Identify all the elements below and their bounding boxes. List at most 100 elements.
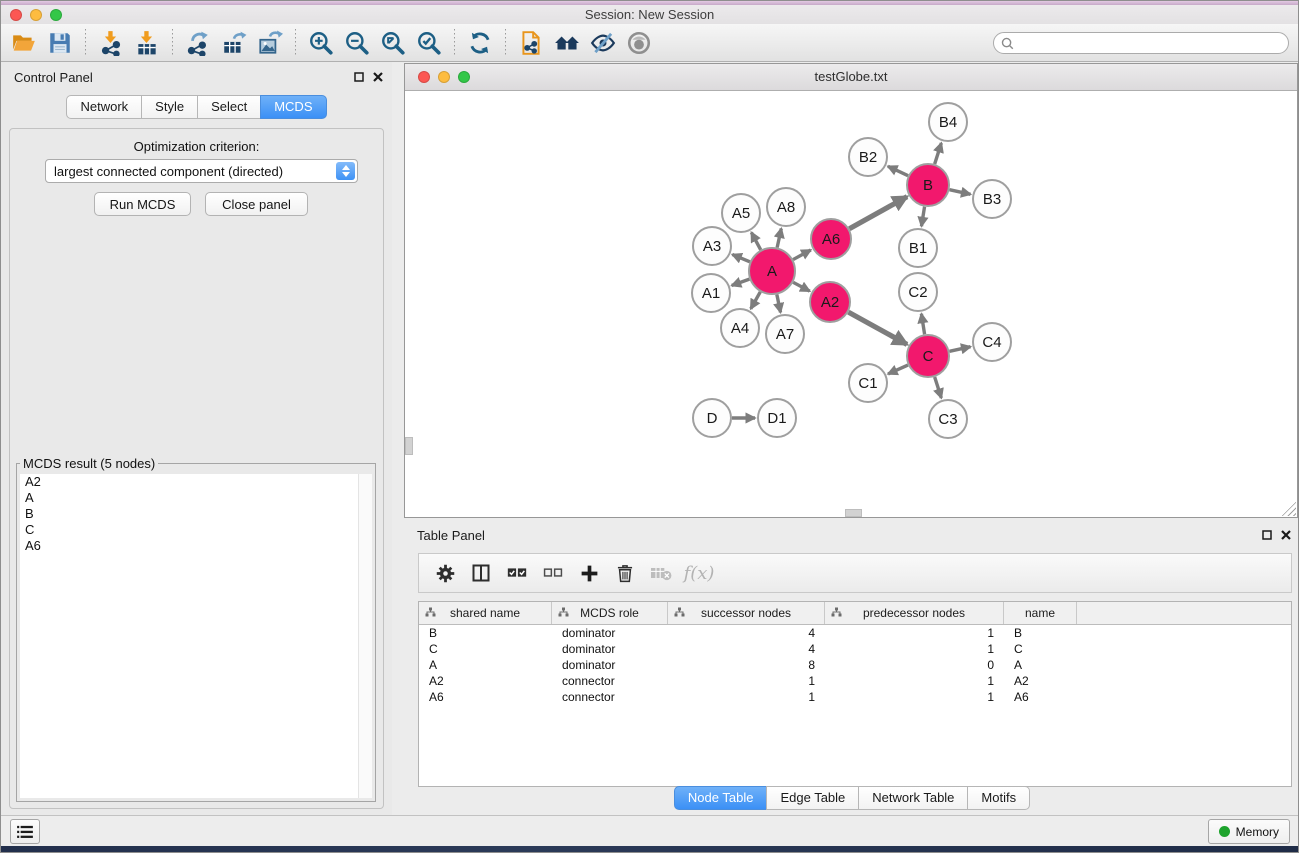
network-zoom-button[interactable]: [458, 71, 470, 83]
graph-edge-A-A6[interactable]: [793, 250, 811, 260]
graph-node-label-D1: D1: [767, 410, 786, 427]
window-titlebar[interactable]: Session: New Session: [1, 5, 1298, 24]
network-from-file-button[interactable]: [513, 26, 549, 59]
refresh-button[interactable]: [462, 26, 498, 59]
tab-mcds[interactable]: MCDS: [260, 95, 326, 119]
column-header-shared-name[interactable]: shared name: [419, 602, 552, 624]
graph-edge-A-A5[interactable]: [751, 232, 760, 249]
network-minimize-button[interactable]: [438, 71, 450, 83]
table-tab-node-table[interactable]: Node Table: [674, 786, 768, 810]
graph-edge-A-A2[interactable]: [793, 282, 810, 291]
close-window-button[interactable]: [10, 9, 22, 21]
open-session-button[interactable]: [6, 26, 42, 59]
graph-edge-A-A4[interactable]: [751, 292, 760, 309]
graph-edge-A-A7[interactable]: [777, 295, 781, 313]
result-item[interactable]: A: [20, 490, 372, 506]
table-cell: connector: [552, 690, 668, 704]
close-panel-button[interactable]: Close panel: [205, 192, 308, 216]
minimize-window-button[interactable]: [30, 9, 42, 21]
export-image-icon: [257, 30, 283, 56]
table-row[interactable]: Adominator80A: [419, 657, 1291, 673]
float-panel-icon[interactable]: [354, 72, 364, 82]
graph-edge-A-A1[interactable]: [732, 279, 750, 285]
zoom-in-button[interactable]: [303, 26, 339, 59]
import-network-button[interactable]: [93, 26, 129, 59]
zoom-out-button[interactable]: [339, 26, 375, 59]
deselect-all-rows-button[interactable]: [536, 557, 570, 589]
network-close-button[interactable]: [418, 71, 430, 83]
destroy-table-button[interactable]: [644, 557, 678, 589]
graph-edge-B-B2[interactable]: [888, 166, 908, 175]
export-image-button[interactable]: [252, 26, 288, 59]
graph-edge-B-B4[interactable]: [935, 143, 942, 164]
graph-node-label-C2: C2: [908, 284, 927, 301]
network-window-titlebar[interactable]: testGlobe.txt: [405, 64, 1297, 91]
table-tab-network-table[interactable]: Network Table: [858, 786, 968, 810]
select-all-rows-button[interactable]: [500, 557, 534, 589]
result-item[interactable]: C: [20, 522, 372, 538]
graph-node-label-A8: A8: [777, 199, 795, 216]
table-row[interactable]: A6connector11A6: [419, 689, 1291, 705]
graph-edge-A6-B[interactable]: [849, 197, 907, 229]
mcds-result-list[interactable]: A2ABCA6: [20, 474, 372, 798]
zoom-fit-icon: [380, 30, 406, 56]
table-cell: B: [419, 626, 552, 640]
home-button[interactable]: [549, 26, 585, 59]
delete-column-button[interactable]: [608, 557, 642, 589]
graph-edge-C-C1[interactable]: [888, 365, 908, 374]
tab-network[interactable]: Network: [66, 95, 142, 119]
zoom-selected-button[interactable]: [411, 26, 447, 59]
search-field[interactable]: [993, 32, 1289, 54]
zoom-window-button[interactable]: [50, 9, 62, 21]
graph-edge-A2-C[interactable]: [848, 312, 907, 344]
float-table-panel-icon[interactable]: [1262, 530, 1272, 540]
column-header-successor-nodes[interactable]: successor nodes: [668, 602, 825, 624]
close-table-panel-icon[interactable]: [1281, 530, 1291, 540]
graph-edge-A-A3[interactable]: [732, 254, 750, 261]
tab-select[interactable]: Select: [197, 95, 261, 119]
graph-edge-C-C3[interactable]: [935, 377, 942, 398]
show-graphics-details-button[interactable]: [621, 26, 657, 59]
search-input[interactable]: [1014, 33, 1288, 53]
select-all-icon: [506, 562, 528, 584]
import-table-button[interactable]: [129, 26, 165, 59]
close-panel-icon[interactable]: [373, 72, 383, 82]
tab-style[interactable]: Style: [141, 95, 198, 119]
function-builder-button[interactable]: f(x): [680, 557, 714, 589]
table-tab-edge-table[interactable]: Edge Table: [766, 786, 859, 810]
graph-edge-B-B3[interactable]: [949, 190, 970, 195]
column-header-mcds-role[interactable]: MCDS role: [552, 602, 668, 624]
column-header-predecessor-nodes[interactable]: predecessor nodes: [825, 602, 1004, 624]
save-session-button[interactable]: [42, 26, 78, 59]
network-window-title: testGlobe.txt: [405, 64, 1297, 90]
result-item[interactable]: B: [20, 506, 372, 522]
hide-graphics-details-button[interactable]: [585, 26, 621, 59]
graph-edge-C-C2[interactable]: [921, 314, 924, 335]
column-header-name[interactable]: name: [1004, 602, 1077, 624]
criterion-select[interactable]: largest connected component (directed): [45, 159, 358, 183]
horizontal-scroll-nub[interactable]: [845, 509, 862, 517]
export-network-button[interactable]: [180, 26, 216, 59]
table-cell: dominator: [552, 658, 668, 672]
table-tab-motifs[interactable]: Motifs: [967, 786, 1030, 810]
show-columns-button[interactable]: [464, 557, 498, 589]
table-settings-button[interactable]: [428, 557, 462, 589]
result-item[interactable]: A2: [20, 474, 372, 490]
memory-button[interactable]: Memory: [1208, 819, 1290, 844]
table-row[interactable]: Bdominator41B: [419, 625, 1291, 641]
table-row[interactable]: Cdominator41C: [419, 641, 1291, 657]
graph-edge-C-C4[interactable]: [949, 347, 970, 352]
network-canvas[interactable]: B4B2BB3A8A5A6A3B1AA1C2A2A4A7C4CC1C3DD1: [405, 90, 1297, 517]
result-scrollbar[interactable]: [358, 474, 372, 798]
vertical-scroll-nub[interactable]: [405, 437, 413, 455]
run-mcds-button[interactable]: Run MCDS: [94, 192, 191, 216]
graph-edge-A-A8[interactable]: [777, 228, 781, 247]
task-history-button[interactable]: [10, 819, 40, 844]
export-table-button[interactable]: [216, 26, 252, 59]
graph-node-label-C: C: [923, 348, 934, 365]
add-column-button[interactable]: [572, 557, 606, 589]
result-item[interactable]: A6: [20, 538, 372, 554]
zoom-fit-button[interactable]: [375, 26, 411, 59]
table-row[interactable]: A2connector11A2: [419, 673, 1291, 689]
graph-edge-B-B1[interactable]: [921, 207, 924, 227]
